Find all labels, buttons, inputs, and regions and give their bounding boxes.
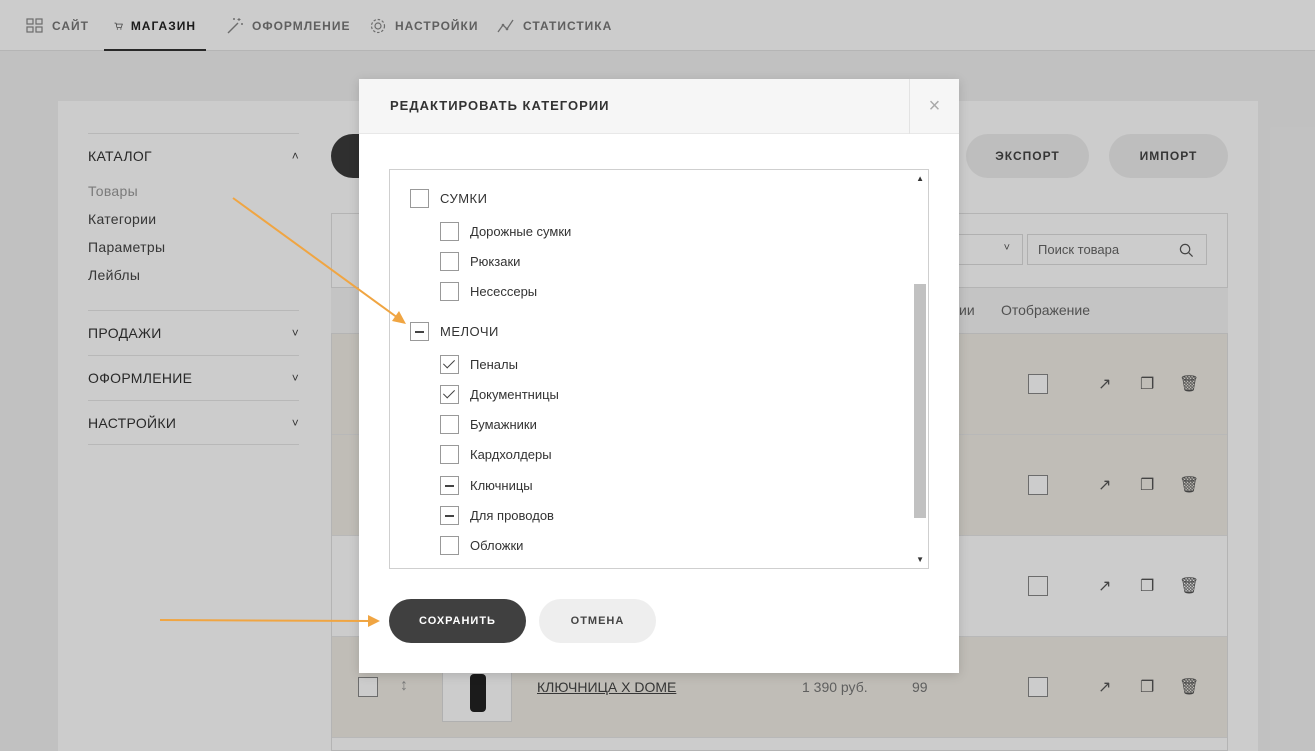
category-label: Дорожные сумки: [470, 224, 572, 239]
category-covers[interactable]: Обложки: [440, 536, 523, 555]
scrollbar-thumb[interactable]: [914, 284, 926, 518]
category-card-holders[interactable]: Кардхолдеры: [440, 445, 552, 464]
category-label: Ключницы: [470, 478, 533, 493]
close-icon[interactable]: ×: [909, 79, 959, 134]
category-checkbox[interactable]: [440, 476, 459, 495]
category-cable-organizers[interactable]: Для проводов: [440, 506, 554, 525]
scroll-up-arrow-icon[interactable]: ▲: [916, 174, 924, 183]
category-checkbox[interactable]: [440, 252, 459, 271]
category-backpacks[interactable]: Рюкзаки: [440, 252, 520, 271]
category-checkbox[interactable]: [440, 282, 459, 301]
modal-header: РЕДАКТИРОВАТЬ КАТЕГОРИИ ×: [359, 79, 959, 134]
category-checkbox[interactable]: [410, 322, 429, 341]
category-small-items[interactable]: МЕЛОЧИ: [410, 322, 499, 341]
category-travel-bags[interactable]: Дорожные сумки: [440, 222, 571, 241]
category-checkbox[interactable]: [440, 222, 459, 241]
category-checkbox[interactable]: [440, 536, 459, 555]
category-checkbox[interactable]: [440, 355, 459, 374]
category-pencil-cases[interactable]: Пеналы: [440, 355, 518, 374]
scrollbar[interactable]: ▲ ▼: [911, 170, 928, 568]
category-checkbox[interactable]: [440, 385, 459, 404]
category-key-holders[interactable]: Ключницы: [440, 476, 533, 495]
category-toiletry-bags[interactable]: Несессеры: [440, 282, 537, 301]
scroll-down-arrow-icon[interactable]: ▼: [916, 555, 924, 564]
cancel-button[interactable]: ОТМЕНА: [539, 599, 656, 643]
category-document-holders[interactable]: Документницы: [440, 385, 559, 404]
edit-categories-modal: РЕДАКТИРОВАТЬ КАТЕГОРИИ × СУМКИ Дорожные…: [359, 79, 959, 673]
category-label: Рюкзаки: [470, 254, 521, 269]
category-label: СУМКИ: [440, 191, 488, 206]
category-label: Кардхолдеры: [470, 447, 552, 462]
category-label: Обложки: [470, 538, 524, 553]
category-label: Бумажники: [470, 417, 537, 432]
modal-title: РЕДАКТИРОВАТЬ КАТЕГОРИИ: [390, 98, 610, 113]
save-button[interactable]: СОХРАНИТЬ: [389, 599, 526, 643]
category-label: Документницы: [470, 387, 559, 402]
category-checkbox[interactable]: [410, 189, 429, 208]
category-checkbox[interactable]: [440, 506, 459, 525]
category-checkbox[interactable]: [440, 445, 459, 464]
category-checkbox[interactable]: [440, 415, 459, 434]
category-list[interactable]: СУМКИ Дорожные сумки Рюкзаки Несессеры М…: [389, 169, 929, 569]
category-bags[interactable]: СУМКИ: [410, 189, 487, 208]
category-label: Для проводов: [470, 508, 554, 523]
category-wallets[interactable]: Бумажники: [440, 415, 537, 434]
category-label: МЕЛОЧИ: [440, 324, 499, 339]
category-label: Несессеры: [470, 284, 538, 299]
category-label: Пеналы: [470, 357, 518, 372]
